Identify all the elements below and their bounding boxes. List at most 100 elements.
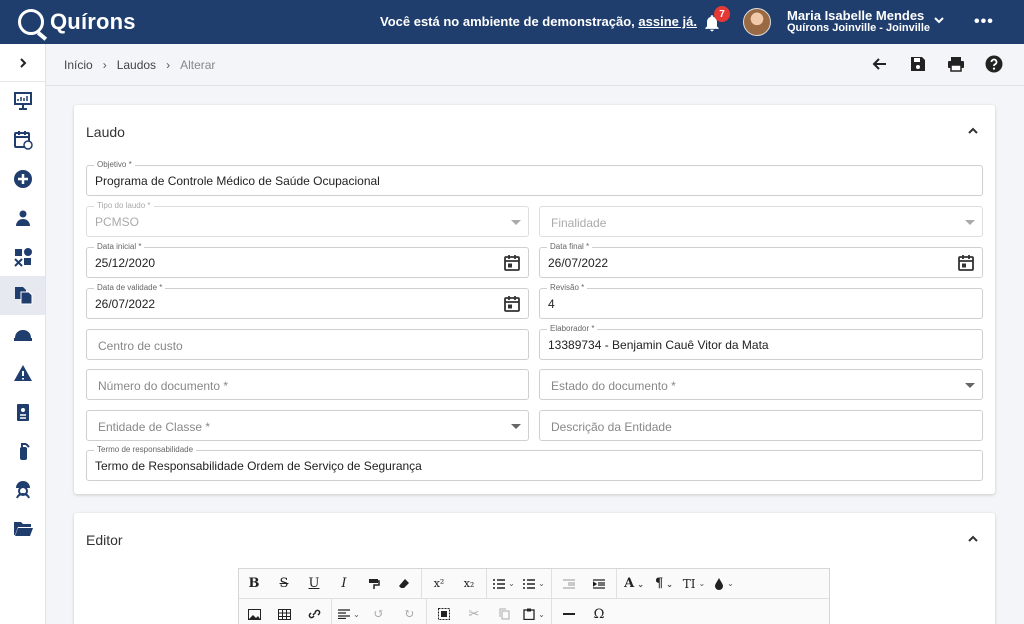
help-icon xyxy=(985,55,1003,73)
breadcrumb-laudos[interactable]: Laudos xyxy=(117,58,156,72)
revisao-value: 4 xyxy=(548,297,555,311)
more-icon[interactable]: ••• xyxy=(974,13,994,31)
clear-format-button[interactable] xyxy=(389,569,419,599)
centro-custo-placeholder: Centro de custo xyxy=(98,339,183,353)
bold-button[interactable]: B xyxy=(239,569,269,599)
monitor-chart-icon xyxy=(13,92,32,111)
chevron-down-icon: ⌄ xyxy=(666,578,673,589)
editor-toolbar: B S U I x² x₂ ⌄ ⌄ A ⌄ ¶ ⌄ TI ⌄ ⌄ ⌄ ↺ ↻ ✂ ⌄ … xyxy=(238,568,830,624)
superscript-button[interactable]: x² xyxy=(424,569,454,599)
descricao-entidade-field[interactable]: Descrição da Entidade xyxy=(539,410,983,441)
chevron-up-icon[interactable] xyxy=(967,125,979,137)
insert-image-button[interactable] xyxy=(239,599,269,624)
breadcrumb-home[interactable]: Início xyxy=(64,58,93,72)
subscript-button[interactable]: x₂ xyxy=(454,569,484,599)
estado-documento-select[interactable]: Estado do documento * xyxy=(539,369,983,400)
sidebar-item-add[interactable] xyxy=(0,160,45,199)
notification-badge: 7 xyxy=(714,6,730,22)
data-inicial-label: Data inicial * xyxy=(94,241,145,252)
laudo-card-title: Laudo xyxy=(86,124,125,140)
bullet-list-icon xyxy=(493,578,506,589)
underline-button[interactable]: U xyxy=(299,569,329,599)
sidebar-item-extinguisher[interactable] xyxy=(0,431,45,470)
clipboard-icon xyxy=(523,608,535,620)
toolbar-divider xyxy=(426,599,427,624)
tipo-laudo-label: Tipo do laudo * xyxy=(94,200,154,211)
worker-icon xyxy=(15,481,30,499)
laudo-card: Laudo Objetivo * Programa de Controle Mé… xyxy=(74,105,995,494)
sidebar-item-laudos[interactable] xyxy=(0,275,45,315)
select-all-icon xyxy=(438,608,450,620)
app-logo[interactable]: Quírons xyxy=(18,9,138,35)
bullet-list-button[interactable]: ⌄ xyxy=(489,569,519,599)
numbered-list-button[interactable]: ⌄ xyxy=(519,569,549,599)
subscribe-link[interactable]: assine já. xyxy=(638,14,697,29)
chevron-down-icon: ⌄ xyxy=(698,579,706,588)
insert-table-button[interactable] xyxy=(269,599,299,624)
sidebar-item-badge[interactable] xyxy=(0,392,45,431)
sidebar-expand-button[interactable] xyxy=(0,44,45,82)
highlight-button[interactable]: ⌄ xyxy=(709,569,739,599)
sidebar-item-schedule[interactable] xyxy=(0,121,45,160)
dropdown-arrow-icon xyxy=(511,220,521,225)
numero-documento-field[interactable]: Número do documento * xyxy=(86,369,529,400)
calendar-icon[interactable] xyxy=(504,255,520,271)
sidebar-item-alerts[interactable] xyxy=(0,354,45,393)
font-size-button[interactable]: TI ⌄ xyxy=(679,569,709,599)
horizontal-rule-button[interactable] xyxy=(554,599,584,624)
folder-open-icon xyxy=(13,522,33,537)
sidebar-item-people[interactable] xyxy=(0,198,45,237)
data-final-field[interactable]: Data final * 26/07/2022 xyxy=(539,241,983,278)
entidade-classe-select[interactable]: Entidade de Classe * xyxy=(86,410,529,441)
shapes-icon xyxy=(13,247,32,267)
horizontal-rule-icon xyxy=(563,613,575,615)
elaborador-field[interactable]: Elaborador * 13389734 - Benjamin Cauê Vi… xyxy=(539,323,983,360)
objetivo-field[interactable]: Objetivo * Programa de Controle Médico d… xyxy=(86,159,983,196)
chevron-right-icon: › xyxy=(102,57,107,72)
page-actions xyxy=(870,54,1004,74)
sidebar-item-folders[interactable] xyxy=(0,509,45,548)
select-all-button[interactable] xyxy=(429,599,459,624)
back-button[interactable] xyxy=(870,54,890,74)
sidebar-item-dashboard[interactable] xyxy=(0,82,45,121)
save-button[interactable] xyxy=(908,54,928,74)
revisao-field[interactable]: Revisão * 4 xyxy=(539,282,983,319)
breadcrumb-current: Alterar xyxy=(180,57,216,72)
centro-custo-field[interactable]: Centro de custo xyxy=(86,329,529,360)
cut-button[interactable]: ✂ xyxy=(459,599,489,624)
chevron-down-icon[interactable] xyxy=(933,14,945,26)
chevron-down-icon: ⌄ xyxy=(727,579,734,588)
user-menu[interactable]: Maria Isabelle Mendes Quírons Joinville … xyxy=(787,9,930,35)
arrow-left-icon xyxy=(872,58,886,70)
sidebar-item-worker[interactable] xyxy=(0,470,45,509)
indent-button[interactable] xyxy=(584,569,614,599)
calendar-icon[interactable] xyxy=(504,296,520,312)
avatar[interactable] xyxy=(743,8,771,36)
copy-button[interactable] xyxy=(489,599,519,624)
italic-button[interactable]: I xyxy=(329,569,359,599)
print-button[interactable] xyxy=(946,54,966,74)
help-button[interactable] xyxy=(984,54,1004,74)
calendar-icon[interactable] xyxy=(958,255,974,271)
sidebar-item-epi[interactable] xyxy=(0,315,45,354)
align-button[interactable]: ⌄ xyxy=(334,599,364,624)
insert-link-button[interactable] xyxy=(299,599,329,624)
font-color-button[interactable]: A ⌄ xyxy=(619,569,649,599)
format-paint-button[interactable] xyxy=(359,569,389,599)
outdent-icon xyxy=(563,578,575,589)
data-inicial-field[interactable]: Data inicial * 25/12/2020 xyxy=(86,241,529,278)
strikethrough-button[interactable]: S xyxy=(269,569,299,599)
editor-card-title: Editor xyxy=(86,532,123,548)
outdent-button[interactable] xyxy=(554,569,584,599)
chevron-up-icon[interactable] xyxy=(967,533,979,545)
sidebar-item-risks[interactable] xyxy=(0,237,45,276)
termo-responsabilidade-field[interactable]: Termo de responsabilidade Termo de Respo… xyxy=(86,444,983,481)
data-validade-field[interactable]: Data de validade * 26/07/2022 xyxy=(86,282,529,319)
special-char-button[interactable]: Ω xyxy=(584,599,614,624)
revisao-label: Revisão * xyxy=(547,282,588,293)
redo-button[interactable]: ↻ xyxy=(394,599,424,624)
undo-button[interactable]: ↺ xyxy=(364,599,394,624)
paste-button[interactable]: ⌄ xyxy=(519,599,549,624)
helmet-icon xyxy=(13,330,32,342)
paragraph-format-button[interactable]: ¶ ⌄ xyxy=(649,569,679,599)
